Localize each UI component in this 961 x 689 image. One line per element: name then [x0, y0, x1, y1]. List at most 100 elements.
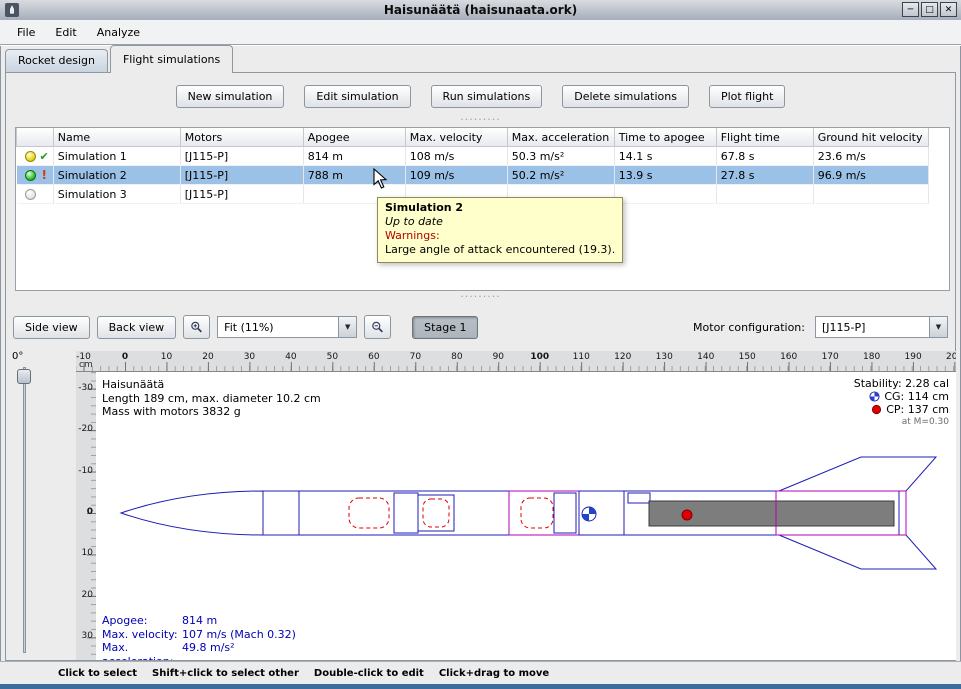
splitter-handle[interactable]: ·········	[6, 116, 955, 125]
edit-simulation-button[interactable]: Edit simulation	[304, 85, 410, 108]
ruler-label: 20	[202, 352, 213, 362]
hint-text: Shift+click to select other	[152, 668, 299, 679]
ruler-label: 140	[697, 352, 714, 362]
table-row[interactable]: ✔Simulation 1[J115-P]814 m108 m/s50.3 m/…	[17, 147, 929, 166]
column-header[interactable]: Flight time	[716, 128, 813, 147]
chevron-down-icon: ▼	[929, 317, 947, 337]
status-mark: !	[42, 168, 47, 182]
menu-analyze[interactable]: Analyze	[88, 23, 149, 42]
ruler-label: 160	[780, 352, 797, 362]
simulation-tooltip: Simulation 2 Up to date Warnings: Large …	[377, 197, 623, 263]
zoom-in-icon	[190, 319, 203, 335]
status-none-icon	[25, 189, 36, 200]
flight-value: 49.8 m/s²	[182, 641, 235, 660]
ruler-label: 100	[530, 352, 549, 362]
window-bottom-border	[0, 684, 961, 689]
cell-motors: [J115-P]	[180, 185, 303, 204]
tooltip-warnings-label: Warnings:	[385, 229, 615, 243]
zoom-level-value: Fit (11%)	[218, 321, 338, 334]
tab-flight-simulations[interactable]: Flight simulations	[110, 45, 233, 73]
hint-text: Click+drag to move	[439, 668, 549, 679]
stability-legend: Stability: 2.28 cal CG: 114 cm CP: 137 c…	[854, 377, 949, 429]
tab-rocket-design[interactable]: Rocket design	[5, 49, 108, 72]
column-header[interactable]: Apogee	[303, 128, 405, 147]
ruler-label: 10	[161, 352, 172, 362]
ruler-label: 40	[285, 352, 296, 362]
column-header[interactable]: Motors	[180, 128, 303, 147]
menu-file[interactable]: File	[8, 23, 44, 42]
status-mark: ✔	[40, 150, 49, 163]
figure-toolbar: Side view Back view Fit (11%) ▼ Stage 1 …	[6, 305, 955, 349]
zoom-out-icon	[371, 319, 384, 335]
rocket-canvas[interactable]: Haisunäätä Length 189 cm, max. diameter …	[96, 372, 956, 660]
ruler-label: 150	[739, 352, 756, 362]
plot-flight-button[interactable]: Plot flight	[709, 85, 785, 108]
cg-value: CG: 114 cm	[884, 390, 949, 403]
cell-motors: [J115-P]	[180, 166, 303, 185]
hint-text: Click to select	[58, 668, 137, 679]
column-header[interactable]: Max. velocity	[405, 128, 507, 147]
cell-flight-time: 27.8 s	[716, 166, 813, 185]
cp-icon	[871, 404, 882, 415]
cell-motors: [J115-P]	[180, 147, 303, 166]
status-cell	[17, 185, 54, 204]
ruler-label: 50	[327, 352, 338, 362]
tab-bar: Rocket designFlight simulations	[5, 44, 956, 72]
cell-time-to-apogee	[614, 185, 716, 204]
tooltip-warning-text: Large angle of attack encountered (19.3)…	[385, 243, 615, 257]
stage-1-toggle[interactable]: Stage 1	[412, 316, 478, 339]
column-header[interactable]: Name	[53, 128, 180, 147]
maximize-button[interactable]: □	[921, 2, 938, 17]
simulation-toolbar: New simulation Edit simulation Run simulat…	[6, 85, 955, 108]
rocket-dimensions: Length 189 cm, max. diameter 10.2 cm	[102, 392, 321, 406]
splitter-handle[interactable]: ·········	[6, 292, 955, 303]
motor-configuration-label: Motor configuration:	[693, 321, 805, 334]
flight-label: Max. acceleration:	[102, 641, 182, 660]
cell-apogee: 814 m	[303, 147, 405, 166]
table-row[interactable]: !Simulation 2[J115-P]788 m109 m/s50.2 m/…	[17, 166, 929, 185]
flight-summary-row: Apogee:814 m	[102, 614, 296, 628]
minimize-button[interactable]: ─	[902, 2, 919, 17]
column-header[interactable]: Ground hit velocity	[813, 128, 928, 147]
ruler-label: 10	[82, 548, 93, 558]
column-header[interactable]: Time to apogee	[614, 128, 716, 147]
cell-max-velocity: 109 m/s	[405, 166, 507, 185]
new-simulation-button[interactable]: New simulation	[176, 85, 285, 108]
cell-max-velocity: 108 m/s	[405, 147, 507, 166]
zoom-level-select[interactable]: Fit (11%) ▼	[217, 316, 357, 338]
back-view-button[interactable]: Back view	[97, 316, 177, 339]
cp-marker	[682, 510, 692, 520]
ruler-label: 30	[82, 631, 93, 641]
rocket-mass: Mass with motors 3832 g	[102, 405, 321, 419]
column-header[interactable]	[17, 128, 54, 147]
side-view-button[interactable]: Side view	[13, 316, 90, 339]
tooltip-status: Up to date	[385, 215, 615, 229]
ruler-label: 180	[863, 352, 880, 362]
delete-simulations-button[interactable]: Delete simulations	[562, 85, 689, 108]
ruler-label: 200	[946, 352, 956, 362]
close-button[interactable]: ✕	[940, 2, 957, 17]
ruler-label: -20	[78, 424, 93, 434]
horizontal-ruler: -100102030405060708090100110120130140150…	[76, 351, 956, 372]
motor-configuration-select[interactable]: [J115-P] ▼	[815, 316, 948, 338]
mach-condition: at M=0.30	[854, 416, 949, 429]
cell-name: Simulation 2	[53, 166, 180, 185]
ruler-label: 120	[614, 352, 631, 362]
zoom-out-button[interactable]	[364, 315, 391, 339]
tooltip-title: Simulation 2	[385, 201, 615, 215]
cell-apogee: 788 m	[303, 166, 405, 185]
figure-area: 0° -100102030405060708090100110120130140…	[6, 349, 955, 660]
rotation-slider[interactable]	[16, 367, 32, 653]
ruler-label: -30	[78, 383, 93, 393]
run-simulations-button[interactable]: Run simulations	[431, 85, 543, 108]
flight-summary: Apogee:814 mMax. velocity:107 m/s (Mach …	[102, 614, 296, 660]
ruler-unit-label: cm	[79, 360, 93, 370]
rocket-name: Haisunäätä	[102, 378, 321, 392]
cell-ground-hit-velocity: 96.9 m/s	[813, 166, 928, 185]
title-bar[interactable]: Haisunäätä (haisunaata.ork) ─ □ ✕	[0, 0, 961, 21]
motor-configuration-value: [J115-P]	[816, 321, 929, 334]
column-header[interactable]: Max. acceleration	[507, 128, 614, 147]
slider-thumb[interactable]	[17, 369, 31, 384]
zoom-in-button[interactable]	[183, 315, 210, 339]
menu-edit[interactable]: Edit	[46, 23, 85, 42]
